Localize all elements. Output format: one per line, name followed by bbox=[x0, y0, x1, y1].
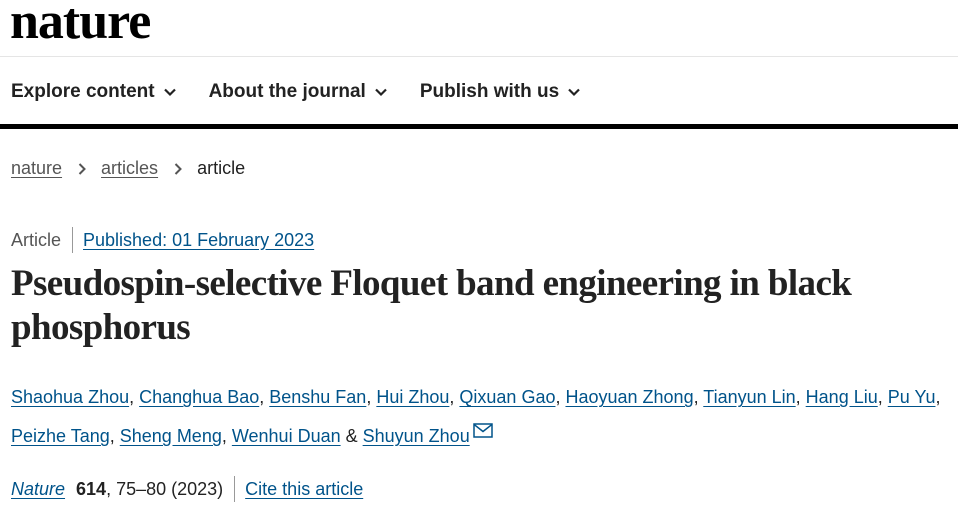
author-link[interactable]: Sheng Meng bbox=[120, 426, 222, 446]
article-title: Pseudospin-selective Floquet band engine… bbox=[11, 263, 852, 348]
header-divider bbox=[0, 56, 958, 57]
chevron-down-icon bbox=[568, 88, 580, 97]
nav-about-the-journal-label: About the journal bbox=[208, 81, 366, 102]
author-separator: , bbox=[693, 387, 704, 407]
nav-about-the-journal[interactable]: About the journal bbox=[209, 81, 388, 103]
author-separator: , bbox=[555, 387, 566, 407]
meta-divider bbox=[72, 227, 74, 253]
breadcrumb-nature[interactable]: nature bbox=[11, 158, 62, 179]
author-link[interactable]: Hui Zhou bbox=[376, 387, 449, 407]
nav-publish-with-us-label: Publish with us bbox=[419, 81, 560, 102]
author-separator: , bbox=[109, 426, 120, 446]
author-separator: , bbox=[129, 387, 140, 407]
author-link[interactable]: Pu Yu bbox=[888, 387, 936, 407]
nav-publish-with-us[interactable]: Publish with us bbox=[420, 81, 581, 103]
author-link[interactable]: Wenhui Duan bbox=[232, 426, 341, 446]
author-link[interactable]: Shaohua Zhou bbox=[11, 387, 129, 407]
author-list: Shaohua Zhou, Changhua Bao, Benshu Fan, … bbox=[11, 378, 956, 456]
envelope-icon[interactable] bbox=[472, 423, 493, 438]
nav-divider bbox=[0, 124, 958, 129]
author-link[interactable]: Peizhe Tang bbox=[11, 426, 110, 446]
article-type: Article bbox=[11, 229, 62, 250]
author-link[interactable]: Hang Liu bbox=[806, 387, 878, 407]
author-link[interactable]: Haoyuan Zhong bbox=[565, 387, 693, 407]
citation-divider bbox=[234, 476, 236, 502]
author-link[interactable]: Changhua Bao bbox=[139, 387, 259, 407]
published-date-link[interactable]: Published: 01 February 2023 bbox=[83, 230, 314, 251]
author-separator: , bbox=[221, 426, 232, 446]
breadcrumb-current: article bbox=[197, 158, 246, 178]
author-link[interactable]: Benshu Fan bbox=[269, 387, 366, 407]
author-separator: , bbox=[366, 387, 377, 407]
author-separator: , bbox=[877, 387, 888, 407]
chevron-right-icon bbox=[78, 162, 86, 175]
nature-logo[interactable]: nature bbox=[10, 0, 151, 50]
author-link[interactable]: Shuyun Zhou bbox=[363, 426, 470, 446]
breadcrumb-articles[interactable]: articles bbox=[101, 158, 158, 179]
article-meta: Article Published: 01 February 2023 bbox=[11, 227, 314, 253]
chevron-down-icon bbox=[163, 88, 176, 97]
cite-this-article-link[interactable]: Cite this article bbox=[245, 479, 363, 500]
chevron-down-icon bbox=[375, 88, 387, 97]
volume-number: 614 bbox=[76, 478, 107, 499]
chevron-right-icon bbox=[174, 162, 182, 175]
nav-explore-content-label: Explore content bbox=[11, 81, 155, 102]
nav-explore-content[interactable]: Explore content bbox=[11, 81, 177, 103]
author-link[interactable]: Tianyun Lin bbox=[703, 387, 795, 407]
main-nav: Explore content About the journal Publis… bbox=[11, 78, 613, 106]
author-conjunction: & bbox=[340, 426, 363, 446]
pages-and-year: , 75–80 (2023) bbox=[106, 478, 224, 499]
breadcrumb: nature articles article bbox=[11, 158, 245, 179]
author-separator: , bbox=[795, 387, 806, 407]
author-link[interactable]: Qixuan Gao bbox=[459, 387, 555, 407]
author-separator: , bbox=[259, 387, 270, 407]
journal-link[interactable]: Nature bbox=[11, 479, 65, 500]
citation-line: Nature 614 , 75–80 (2023) Cite this arti… bbox=[11, 476, 363, 502]
author-separator: , bbox=[449, 387, 460, 407]
author-separator: , bbox=[935, 387, 941, 407]
